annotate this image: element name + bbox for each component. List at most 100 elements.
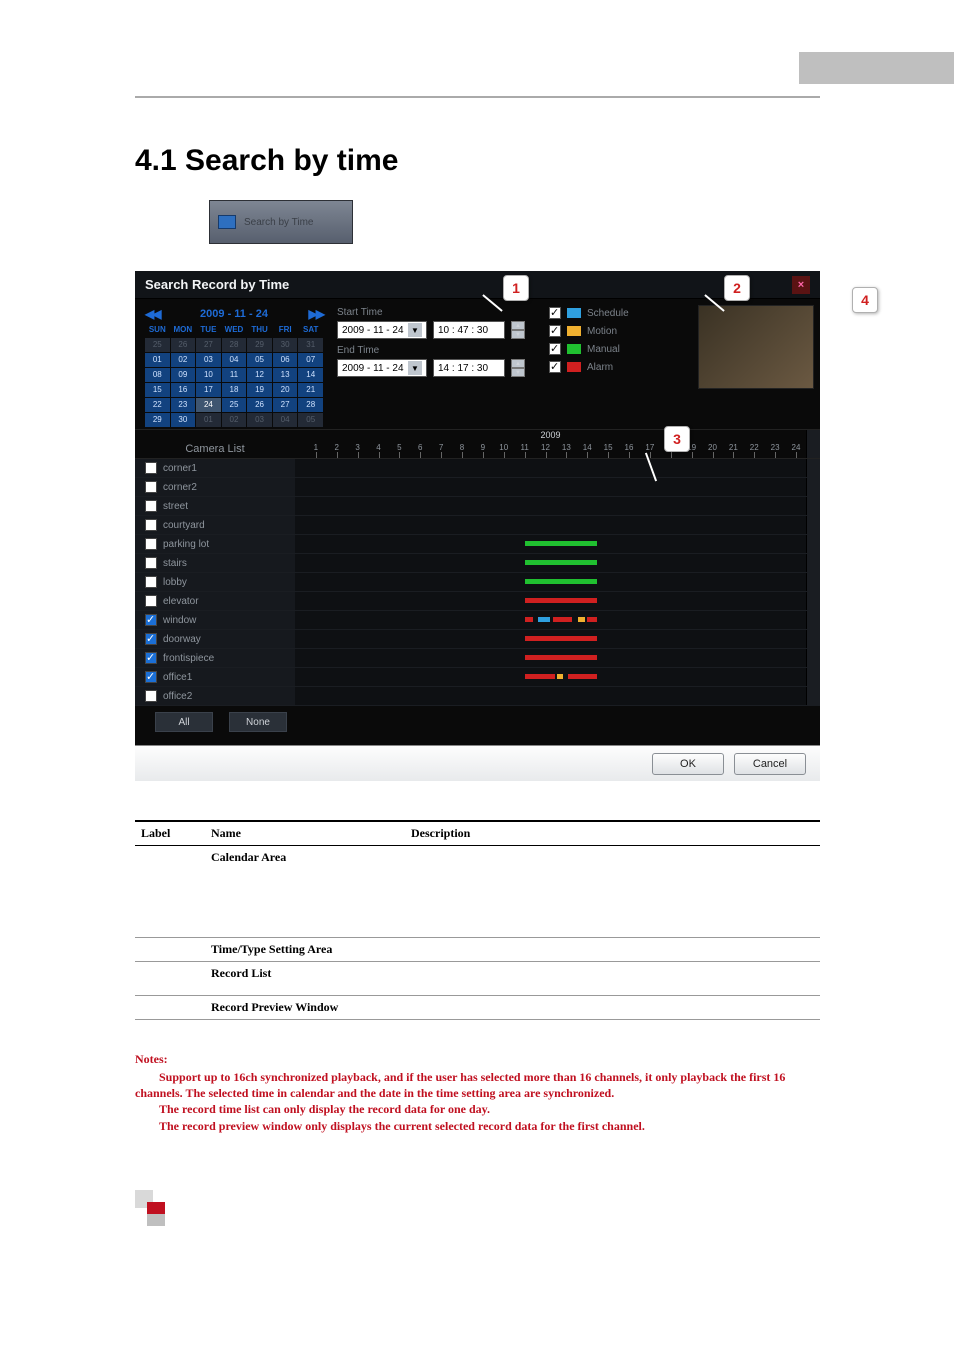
chevron-down-icon[interactable]: ▼ (408, 323, 422, 337)
camera-item[interactable]: stairs (135, 554, 295, 572)
checkbox-icon[interactable] (145, 633, 157, 645)
calendar-day[interactable]: 29 (145, 413, 170, 427)
checkbox-icon[interactable] (145, 690, 157, 702)
record-segment-manual[interactable] (525, 541, 597, 546)
calendar-day[interactable]: 30 (273, 338, 298, 352)
calendar-day[interactable]: 13 (273, 368, 298, 382)
calendar-day[interactable]: 10 (196, 368, 221, 382)
ok-button[interactable]: OK (652, 753, 724, 775)
camera-item[interactable]: parking lot (135, 535, 295, 553)
checkbox-icon[interactable] (549, 361, 561, 373)
calendar-day[interactable]: 26 (171, 338, 196, 352)
camera-item[interactable]: frontispiece (135, 649, 295, 667)
select-all-button[interactable]: All (155, 712, 213, 732)
checkbox-icon[interactable] (145, 576, 157, 588)
timeline-track[interactable] (295, 573, 806, 591)
scrollbar[interactable] (806, 516, 820, 534)
select-none-button[interactable]: None (229, 712, 287, 732)
record-segment-alarm[interactable] (525, 636, 597, 641)
timeline-track[interactable] (295, 459, 806, 477)
calendar-next-icon[interactable]: ▶▶ (309, 307, 323, 321)
scrollbar[interactable] (806, 430, 820, 458)
calendar-day[interactable]: 16 (171, 383, 196, 397)
record-segment-alarm[interactable] (553, 617, 572, 622)
camera-item[interactable]: lobby (135, 573, 295, 591)
record-segment-schedule[interactable] (538, 617, 551, 622)
calendar-day[interactable]: 25 (145, 338, 170, 352)
calendar-day[interactable]: 31 (298, 338, 323, 352)
scrollbar[interactable] (806, 630, 820, 648)
calendar-day[interactable]: 28 (298, 398, 323, 412)
chevron-down-icon[interactable]: ▼ (408, 361, 422, 375)
calendar-day[interactable]: 06 (273, 353, 298, 367)
cancel-button[interactable]: Cancel (734, 753, 806, 775)
record-segment-alarm[interactable] (587, 617, 598, 622)
calendar-day[interactable]: 02 (222, 413, 247, 427)
record-segment-manual[interactable] (525, 560, 597, 565)
camera-item[interactable]: corner1 (135, 459, 295, 477)
close-icon[interactable]: × (792, 276, 810, 294)
camera-item[interactable]: office1 (135, 668, 295, 686)
scrollbar[interactable] (806, 687, 820, 705)
checkbox-icon[interactable] (145, 500, 157, 512)
record-segment-alarm[interactable] (525, 617, 534, 622)
scrollbar[interactable] (806, 554, 820, 572)
checkbox-icon[interactable] (145, 671, 157, 683)
camera-item[interactable]: corner2 (135, 478, 295, 496)
calendar-day[interactable]: 25 (222, 398, 247, 412)
calendar-day[interactable]: 21 (298, 383, 323, 397)
timeline-track[interactable] (295, 516, 806, 534)
checkbox-icon[interactable] (145, 557, 157, 569)
calendar-day[interactable]: 12 (247, 368, 272, 382)
calendar-day[interactable]: 01 (196, 413, 221, 427)
scrollbar[interactable] (806, 611, 820, 629)
timeline-track[interactable] (295, 554, 806, 572)
checkbox-icon[interactable] (145, 652, 157, 664)
calendar-day[interactable]: 08 (145, 368, 170, 382)
timeline-track[interactable] (295, 630, 806, 648)
timeline-track[interactable] (295, 687, 806, 705)
checkbox-icon[interactable] (145, 519, 157, 531)
camera-item[interactable]: street (135, 497, 295, 515)
search-by-time-navbutton[interactable]: Search by Time (209, 200, 353, 244)
scrollbar[interactable] (806, 459, 820, 477)
calendar-day[interactable]: 05 (247, 353, 272, 367)
calendar-day[interactable]: 20 (273, 383, 298, 397)
scrollbar[interactable] (806, 592, 820, 610)
calendar-prev-icon[interactable]: ◀◀ (145, 307, 159, 321)
timeline-track[interactable] (295, 649, 806, 667)
scrollbar[interactable] (806, 573, 820, 591)
calendar-day[interactable]: 23 (171, 398, 196, 412)
checkbox-icon[interactable] (145, 595, 157, 607)
filter-schedule[interactable]: Schedule (549, 307, 629, 319)
record-segment-alarm[interactable] (568, 674, 598, 679)
record-segment-alarm[interactable] (525, 598, 597, 603)
calendar-day[interactable]: 28 (222, 338, 247, 352)
calendar-day[interactable]: 18 (222, 383, 247, 397)
calendar-day[interactable]: 11 (222, 368, 247, 382)
calendar-day[interactable]: 14 (298, 368, 323, 382)
calendar-day[interactable]: 03 (247, 413, 272, 427)
camera-item[interactable]: elevator (135, 592, 295, 610)
calendar-day[interactable]: 27 (196, 338, 221, 352)
end-time-spinner[interactable]: ▲▼ (511, 359, 525, 377)
checkbox-icon[interactable] (549, 307, 561, 319)
end-time-input[interactable]: 14 : 17 : 30 (433, 359, 505, 377)
camera-item[interactable]: courtyard (135, 516, 295, 534)
record-segment-motion[interactable] (557, 674, 563, 679)
scrollbar[interactable] (806, 478, 820, 496)
record-segment-alarm[interactable] (525, 655, 597, 660)
filter-motion[interactable]: Motion (549, 325, 629, 337)
checkbox-icon[interactable] (549, 325, 561, 337)
scrollbar[interactable] (806, 497, 820, 515)
calendar-day[interactable]: 22 (145, 398, 170, 412)
checkbox-icon[interactable] (145, 614, 157, 626)
start-time-spinner[interactable]: ▲▼ (511, 321, 525, 339)
calendar-day[interactable]: 05 (298, 413, 323, 427)
timeline-track[interactable] (295, 497, 806, 515)
timeline-track[interactable] (295, 535, 806, 553)
calendar-day[interactable]: 04 (222, 353, 247, 367)
checkbox-icon[interactable] (145, 538, 157, 550)
record-segment-alarm[interactable] (525, 674, 555, 679)
calendar-day[interactable]: 30 (171, 413, 196, 427)
